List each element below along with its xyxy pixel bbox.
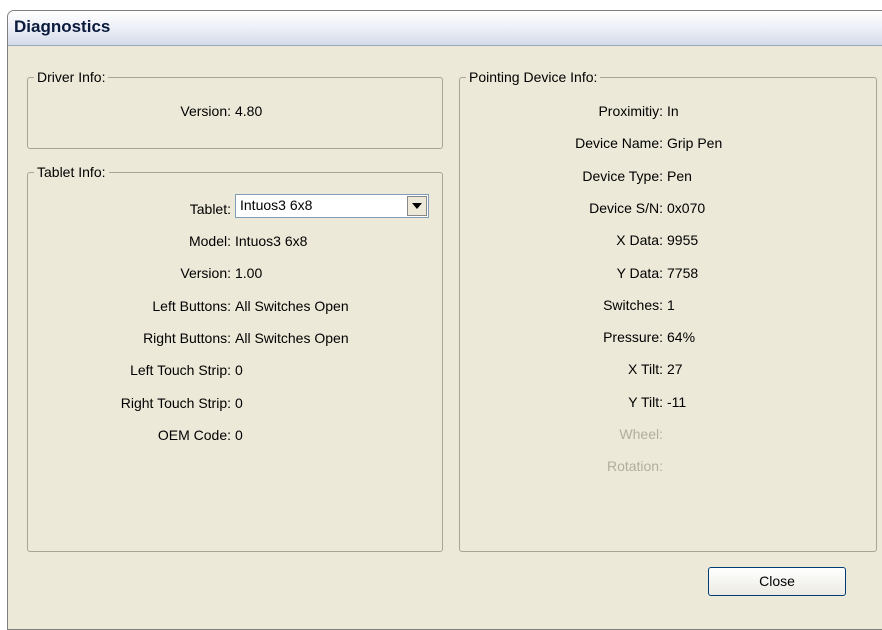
tablet-field-row: Right Touch Strip: 0: [28, 394, 442, 412]
pointing-field-value: 1: [667, 296, 675, 313]
pointing-field-row: Y Tilt: -11: [460, 393, 876, 411]
tablet-select-value: Intuos3 6x8: [240, 197, 313, 213]
pointing-field-label: Device S/N:: [589, 199, 663, 216]
pointing-field-value: 64%: [667, 329, 696, 346]
title-bar[interactable]: Diagnostics: [8, 11, 882, 46]
pointing-field-row: Wheel:: [460, 425, 876, 443]
pointing-field-row: X Data: 9955: [460, 231, 876, 249]
pointing-field-label: Switches:: [603, 296, 663, 313]
tablet-field-value: 1.00: [235, 265, 263, 282]
tablet-field-value: Intuos3 6x8: [235, 233, 308, 249]
pointing-field-label: Wheel:: [619, 426, 663, 442]
tablet-field-row: Model: Intuos3 6x8: [28, 232, 442, 250]
pointing-field-value: 27: [667, 361, 683, 378]
pointing-field-value: Pen: [667, 167, 692, 184]
tablet-field-value: All Switches Open: [235, 329, 349, 346]
pointing-field-value: 9955: [667, 232, 699, 249]
pointing-field-row: Device Type: Pen: [460, 167, 876, 185]
tablet-field-row: Left Buttons: All Switches Open: [28, 297, 442, 315]
pointing-field-label: Device Name:: [575, 135, 663, 152]
tablet-field-label: Version:: [180, 265, 231, 282]
pointing-field-row: Proximitiy: In: [460, 102, 876, 120]
pointing-field-value: Grip Pen: [667, 135, 723, 152]
pointing-field-label: X Tilt:: [627, 361, 663, 378]
driver-version-label: Version:: [180, 103, 231, 119]
tablet-field-value: 0: [235, 426, 243, 443]
tablet-select[interactable]: Intuos3 6x8: [235, 194, 429, 218]
pointing-field-row: X Tilt: 27: [460, 360, 876, 378]
pointing-device-info-group: Pointing Device Info: Proximitiy: In Devic…: [459, 69, 877, 552]
pointing-field-value: In: [667, 103, 679, 119]
tablet-field-label: OEM Code:: [157, 426, 231, 443]
driver-version-value: 4.80: [235, 103, 263, 119]
pointing-field-label: Device Type:: [582, 167, 663, 184]
tablet-field-row: OEM Code: 0: [28, 426, 442, 444]
tablet-field-row: Version: 1.00: [28, 264, 442, 282]
tablet-field-label: Right Touch Strip:: [120, 394, 231, 411]
driver-info-group: Driver Info: Version: 4.80: [27, 69, 443, 149]
window-title: Diagnostics: [14, 17, 111, 36]
pointing-field-row: Rotation:: [460, 457, 876, 475]
pointing-field-row: Pressure: 64%: [460, 328, 876, 346]
tablet-field-label: Model:: [188, 233, 231, 249]
tablet-field-label: Left Buttons:: [152, 297, 231, 314]
tablet-label: Tablet:: [189, 201, 231, 217]
pointing-field-label: Y Tilt:: [628, 393, 663, 410]
pointing-field-label: X Data:: [616, 232, 663, 249]
tablet-field-value: All Switches Open: [235, 297, 349, 314]
pointing-field-label: Y Data:: [616, 264, 663, 281]
tablet-field-row: Right Buttons: All Switches Open: [28, 329, 442, 347]
pointing-field-label: Rotation:: [606, 458, 663, 475]
close-button[interactable]: Close: [708, 567, 846, 596]
pointing-field-value: 7758: [667, 264, 699, 281]
driver-version-row: Version: 4.80: [28, 102, 442, 120]
driver-info-legend: Driver Info:: [34, 69, 109, 85]
tablet-field-label: Left Touch Strip:: [130, 362, 231, 379]
tablet-field-row: Left Touch Strip: 0: [28, 361, 442, 379]
pointing-field-row: Switches: 1: [460, 296, 876, 314]
tablet-field-value: 0: [235, 394, 243, 411]
dropdown-arrow-icon[interactable]: [407, 196, 427, 216]
pointing-field-row: Y Data: 7758: [460, 264, 876, 282]
tablet-field-label: Right Buttons:: [143, 329, 231, 346]
pointing-field-row: Device Name: Grip Pen: [460, 134, 876, 152]
tablet-info-group: Tablet Info: Tablet: Intuos3 6x8 Model: I…: [27, 164, 443, 552]
pointing-field-row: Device S/N: 0x070: [460, 199, 876, 217]
pointing-device-info-legend: Pointing Device Info:: [466, 69, 601, 85]
tablet-field-value: 0: [235, 362, 243, 379]
pointing-field-value: 0x070: [667, 199, 706, 216]
pointing-field-label: Pressure:: [603, 329, 663, 346]
diagnostics-window: Diagnostics Driver Info: Version: 4.80 T…: [7, 10, 882, 630]
pointing-field-label: Proximitiy:: [598, 103, 663, 119]
pointing-field-value: -11: [667, 393, 687, 410]
tablet-info-legend: Tablet Info:: [34, 164, 109, 180]
